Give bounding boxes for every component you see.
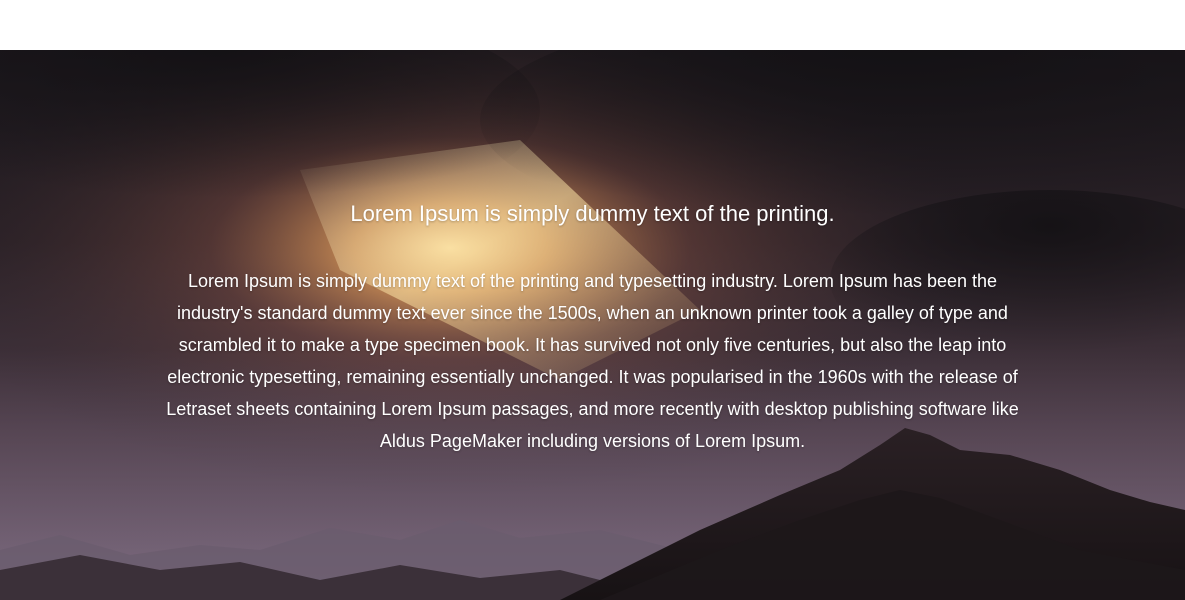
hero-content: Lorem Ipsum is simply dummy text of the … [165,198,1020,457]
hero-section: Lorem Ipsum is simply dummy text of the … [0,50,1185,600]
top-bar [0,0,1185,50]
hero-body-text: Lorem Ipsum is simply dummy text of the … [166,271,1019,451]
hero-title: Lorem Ipsum is simply dummy text of the … [350,201,835,226]
